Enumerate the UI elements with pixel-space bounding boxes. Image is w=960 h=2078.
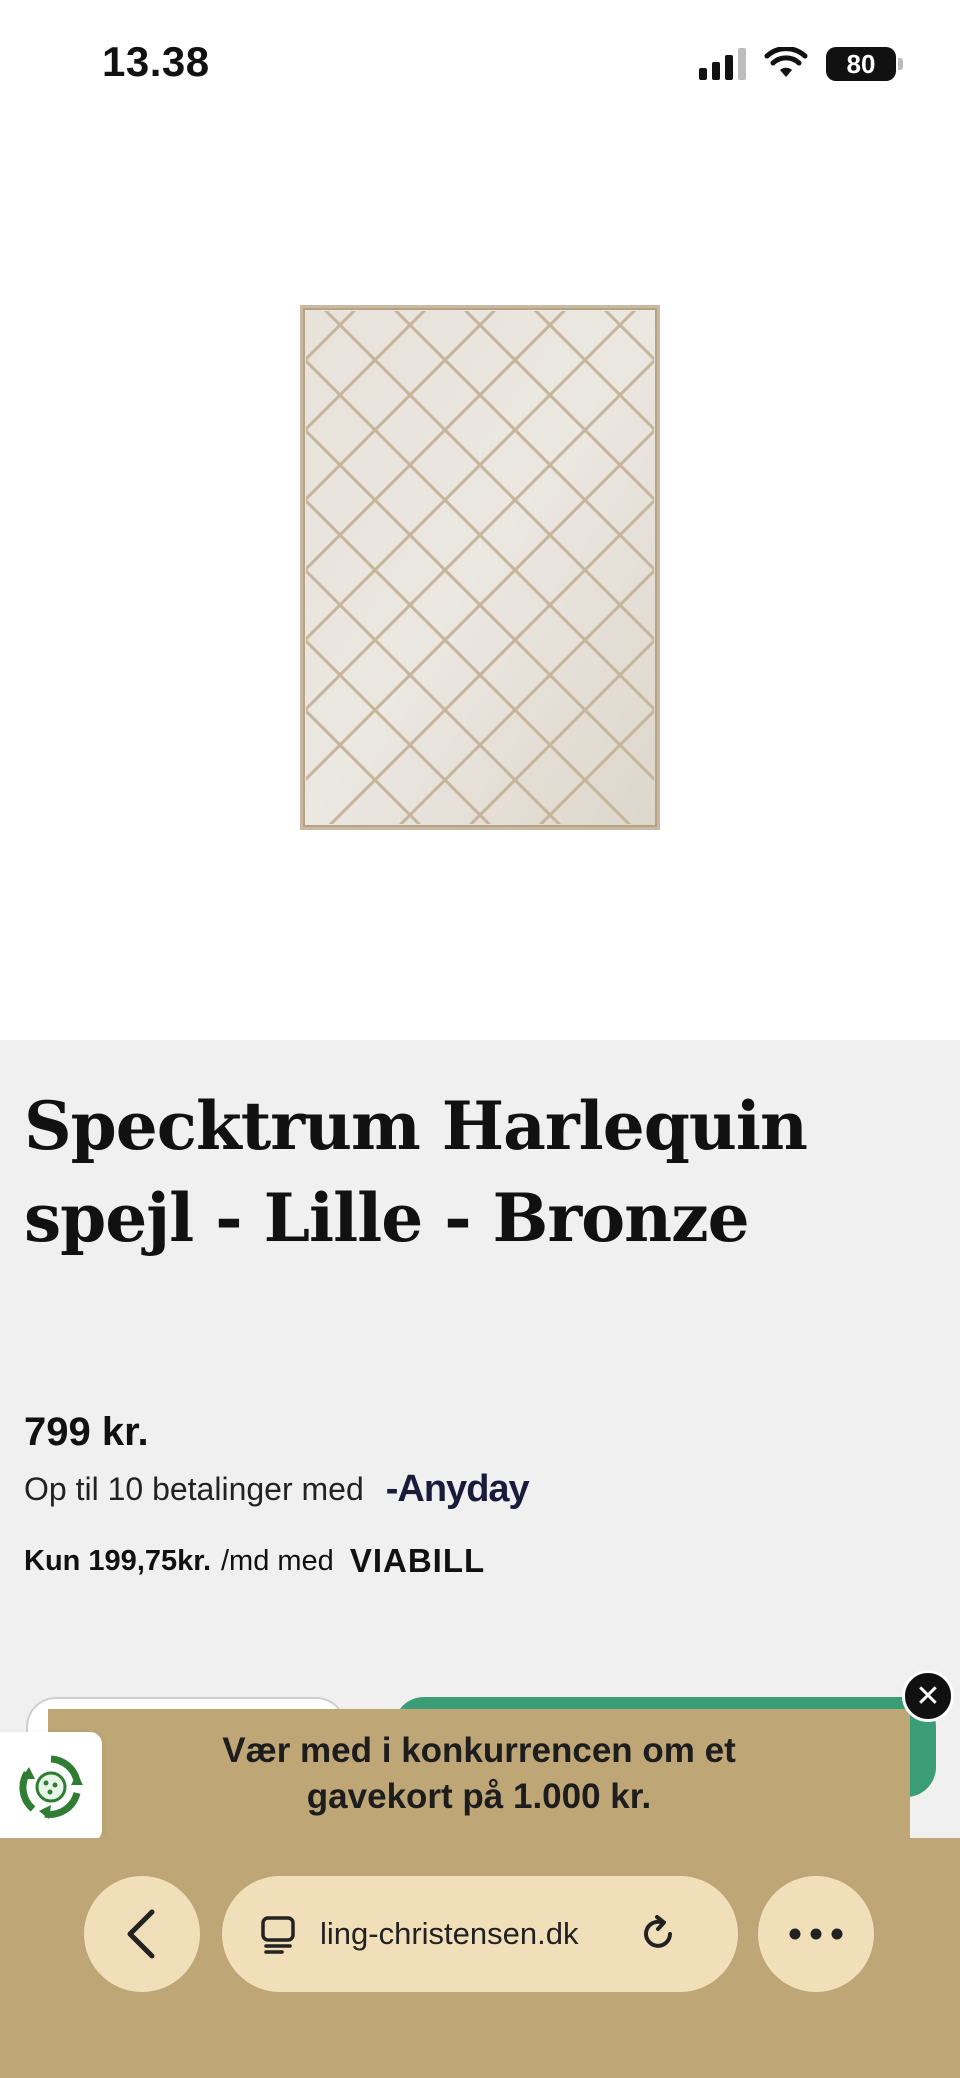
anyday-financing: Op til 10 betalinger med -Anyday	[24, 1468, 530, 1511]
promo-text: Vær med i konkurrencen om et gavekort på…	[222, 1731, 736, 1816]
promo-close-button[interactable]: ✕	[902, 1670, 954, 1722]
address-bar[interactable]: ling-christensen.dk	[222, 1876, 738, 1992]
product-price: 799 kr.	[24, 1410, 149, 1454]
url-text[interactable]: ling-christensen.dk	[320, 1916, 620, 1952]
back-button[interactable]	[84, 1876, 200, 1992]
back-arrow-icon	[127, 1909, 155, 1959]
promo-banner[interactable]: Vær med i konkurrencen om et gavekort på…	[48, 1709, 910, 1839]
anyday-logo[interactable]: -Anyday	[386, 1468, 530, 1511]
product-image-mirror	[300, 305, 660, 830]
status-icons: 80	[699, 44, 903, 84]
battery-level: 80	[846, 48, 876, 79]
viabill-suffix: /md med	[221, 1544, 334, 1577]
close-icon: ✕	[915, 1678, 941, 1714]
tabs-icon[interactable]	[258, 1914, 298, 1954]
battery-icon: 80	[826, 47, 903, 81]
recycle-icon	[19, 1755, 83, 1819]
anyday-text: Op til 10 betalinger med	[24, 1471, 364, 1507]
viabill-amount: Kun 199,75kr.	[24, 1544, 211, 1577]
viabill-logo[interactable]: VIABILL	[350, 1542, 485, 1580]
more-button[interactable]	[758, 1876, 874, 1992]
viabill-financing: Kun 199,75kr. /md med VIABILL	[24, 1542, 485, 1580]
browser-bar: ling-christensen.dk	[0, 1838, 960, 2078]
reload-icon[interactable]	[636, 1912, 680, 1956]
signal-icon	[699, 48, 746, 80]
recycle-badge[interactable]	[0, 1732, 102, 1842]
status-time: 13.38	[102, 38, 210, 85]
product-image-area	[0, 130, 960, 1040]
status-bar: 13.38 80	[0, 0, 960, 130]
wifi-icon	[764, 47, 808, 77]
more-icon	[789, 1928, 843, 1940]
product-title: Specktrum Harlequin spejl - Lille - Bron…	[24, 1087, 808, 1258]
